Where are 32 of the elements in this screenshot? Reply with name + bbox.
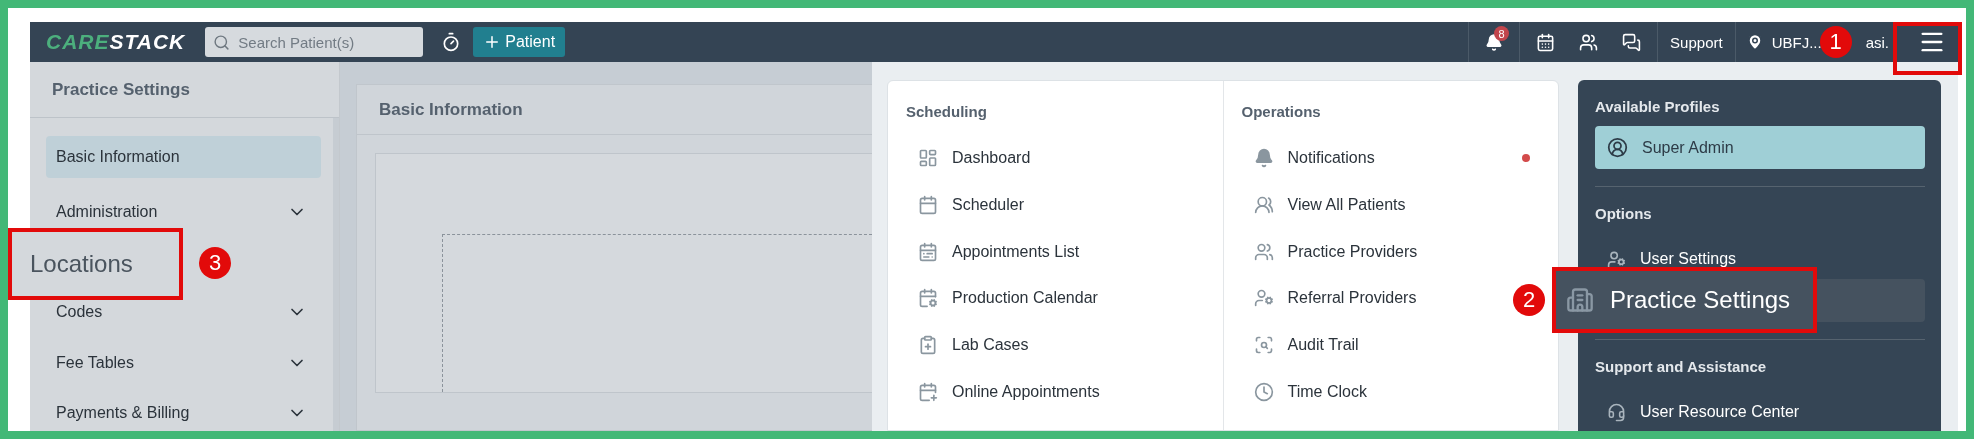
sidebar-item-label: Codes [56, 303, 103, 322]
menu-heading: Scheduling [906, 103, 988, 122]
magnified-label-tooltip: Practice Settings [1552, 267, 1817, 333]
card-title: Basic Information [357, 85, 872, 135]
menu-heading: Operations [1241, 103, 1322, 122]
sidebar-item-label: Basic Information [56, 148, 180, 167]
profile-label: Super Admin [1642, 138, 1734, 157]
panel-heading: Options [1595, 205, 1653, 224]
menu-item-label: Dashboard [952, 149, 1031, 168]
menu-item-label: Practice Providers [1287, 242, 1418, 261]
panel-heading: Support and Assistance [1595, 358, 1768, 377]
sidebar-item-label: Payments & Billing [56, 403, 190, 422]
menu-item-label: Notifications [1287, 149, 1375, 168]
menu-item-label: Appointments List [952, 242, 1080, 261]
option-label: User Resource Center [1640, 403, 1800, 421]
menu-item-label: Scheduler [952, 196, 1025, 215]
menu-item-label: Online Appointments [952, 382, 1100, 401]
sidebar-item-label: Fee Tables [56, 353, 134, 372]
sidebar-item-label: Administration [56, 202, 158, 221]
menu-item-label: View All Patients [1287, 196, 1406, 215]
menu-item-label: Audit Trail [1287, 336, 1359, 355]
sidebar-title: Practice Settings [30, 62, 339, 118]
menu-item-label: Lab Cases [952, 336, 1029, 355]
panel-heading: Available Profiles [1595, 98, 1721, 117]
step-number-tooltip: 3 [199, 246, 231, 279]
logo: CARESTACK [46, 30, 186, 54]
menu-item-label: Production Calendar [952, 289, 1098, 308]
menu-item-label: Time Clock [1287, 382, 1367, 401]
notification-badge: 8 [1494, 26, 1510, 41]
magnified-label-tooltip: Locations [8, 227, 183, 300]
option-label: User Settings [1640, 250, 1737, 268]
menu-item-label: Referral Providers [1287, 289, 1417, 308]
